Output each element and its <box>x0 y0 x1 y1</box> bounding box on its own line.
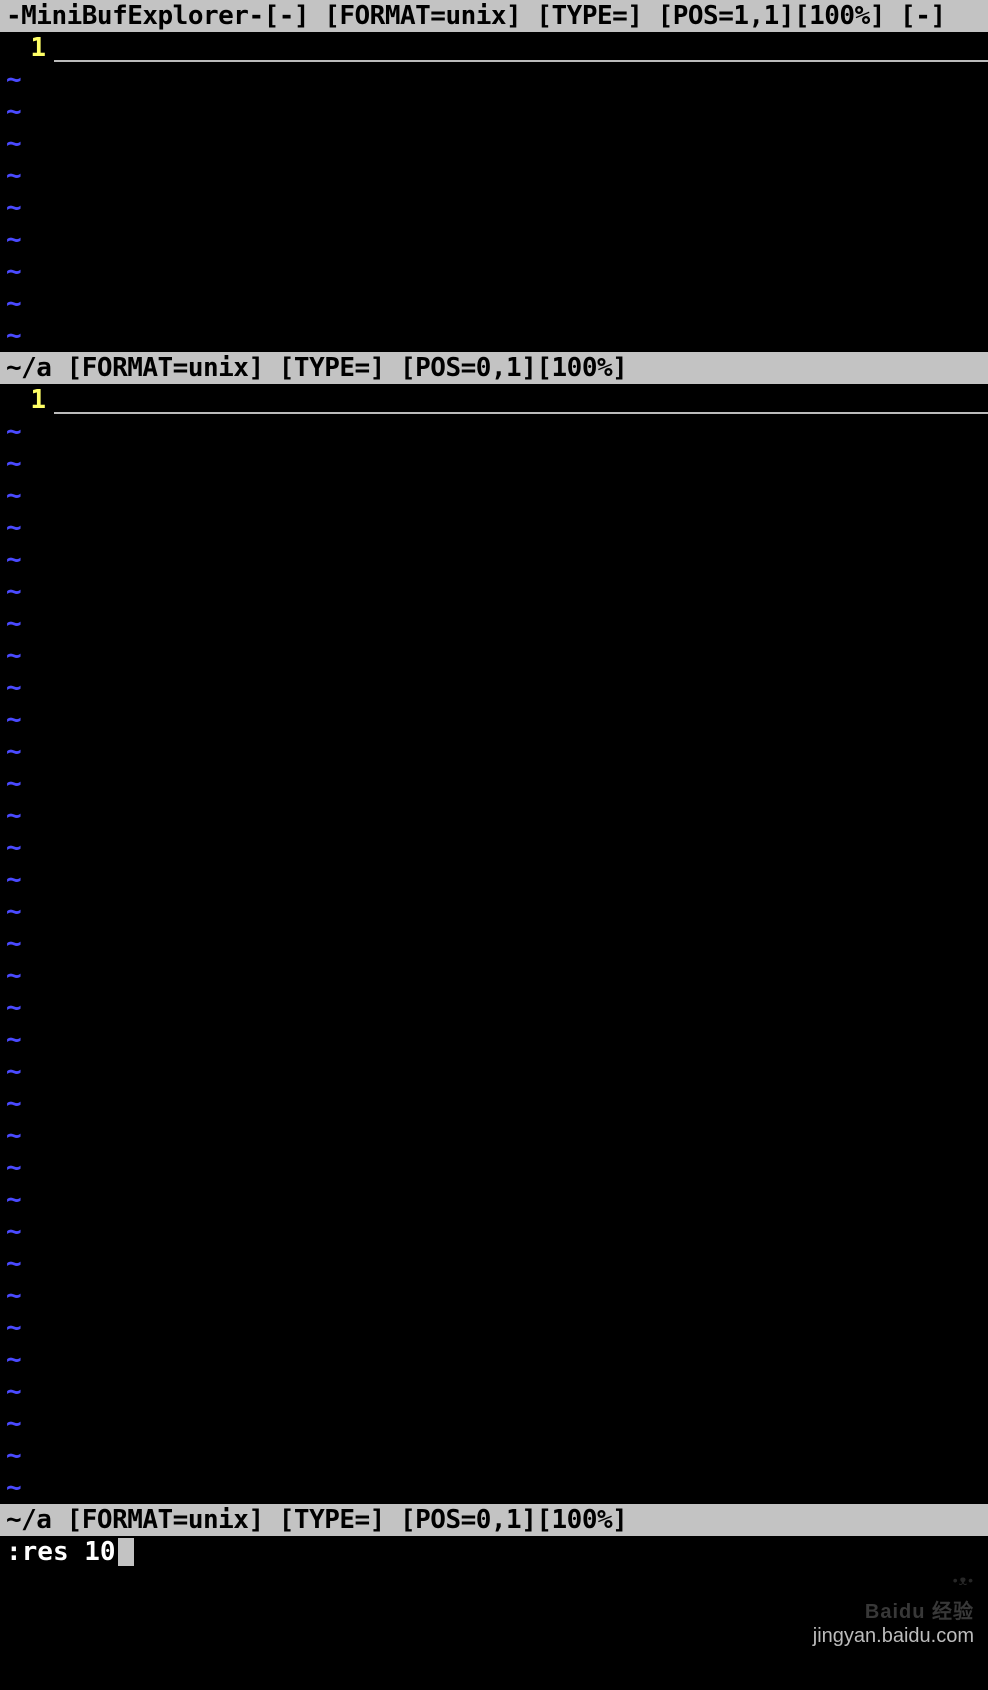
statusbar-bottom: ~/a [FORMAT=unix] [TYPE=] [POS=0,1][100%… <box>0 1504 988 1536</box>
tilde-marker: ~ <box>0 768 54 800</box>
tilde-marker: ~ <box>0 1216 54 1248</box>
tilde-marker: ~ <box>0 512 54 544</box>
tilde-marker: ~ <box>0 1088 54 1120</box>
tilde-marker: ~ <box>0 1184 54 1216</box>
tilde-marker: ~ <box>0 1376 54 1408</box>
tilde-marker: ~ <box>0 1024 54 1056</box>
tilde-marker: ~ <box>0 928 54 960</box>
watermark-logo: •ᴥ• Baidu 经验 <box>865 1563 974 1628</box>
tilde-marker: ~ <box>0 288 54 320</box>
tilde-marker: ~ <box>0 224 54 256</box>
tilde-marker: ~ <box>0 960 54 992</box>
split-pane-top[interactable]: 1~~~~~~~~~ <box>0 32 988 352</box>
tilde-marker: ~ <box>0 704 54 736</box>
tilde-marker: ~ <box>0 1472 54 1504</box>
paw-icon: •ᴥ• <box>953 1572 974 1588</box>
tilde-marker: ~ <box>0 320 54 352</box>
tilde-marker: ~ <box>0 448 54 480</box>
statusbar-mid: ~/a [FORMAT=unix] [TYPE=] [POS=0,1][100%… <box>0 352 988 384</box>
line-number: 1 <box>0 32 54 64</box>
line-number: 1 <box>0 384 54 416</box>
tilde-marker: ~ <box>0 576 54 608</box>
tilde-marker: ~ <box>0 128 54 160</box>
tilde-marker: ~ <box>0 1120 54 1152</box>
tilde-marker: ~ <box>0 64 54 96</box>
tilde-marker: ~ <box>0 1056 54 1088</box>
tilde-marker: ~ <box>0 1312 54 1344</box>
tilde-marker: ~ <box>0 544 54 576</box>
tilde-marker: ~ <box>0 608 54 640</box>
cursor-block <box>118 1538 134 1566</box>
tilde-marker: ~ <box>0 1440 54 1472</box>
tilde-marker: ~ <box>0 96 54 128</box>
cursor-line[interactable] <box>54 32 988 62</box>
tilde-marker: ~ <box>0 1248 54 1280</box>
watermark-url: jingyan.baidu.com <box>813 1620 974 1652</box>
tilde-marker: ~ <box>0 480 54 512</box>
tilde-marker: ~ <box>0 1152 54 1184</box>
tilde-marker: ~ <box>0 800 54 832</box>
command-line[interactable]: :res 10 <box>0 1536 988 1568</box>
tilde-marker: ~ <box>0 1408 54 1440</box>
tilde-marker: ~ <box>0 1344 54 1376</box>
tilde-marker: ~ <box>0 256 54 288</box>
tilde-marker: ~ <box>0 416 54 448</box>
tilde-marker: ~ <box>0 896 54 928</box>
tilde-marker: ~ <box>0 864 54 896</box>
tilde-marker: ~ <box>0 672 54 704</box>
statusbar-top: -MiniBufExplorer-[-] [FORMAT=unix] [TYPE… <box>0 0 988 32</box>
tilde-marker: ~ <box>0 192 54 224</box>
split-pane-bottom[interactable]: 1~~~~~~~~~~~~~~~~~~~~~~~~~~~~~~~~~~ <box>0 384 988 1504</box>
tilde-marker: ~ <box>0 832 54 864</box>
cursor-line[interactable] <box>54 384 988 414</box>
tilde-marker: ~ <box>0 1280 54 1312</box>
tilde-marker: ~ <box>0 640 54 672</box>
tilde-marker: ~ <box>0 160 54 192</box>
command-text: :res 10 <box>6 1536 116 1568</box>
tilde-marker: ~ <box>0 992 54 1024</box>
tilde-marker: ~ <box>0 736 54 768</box>
